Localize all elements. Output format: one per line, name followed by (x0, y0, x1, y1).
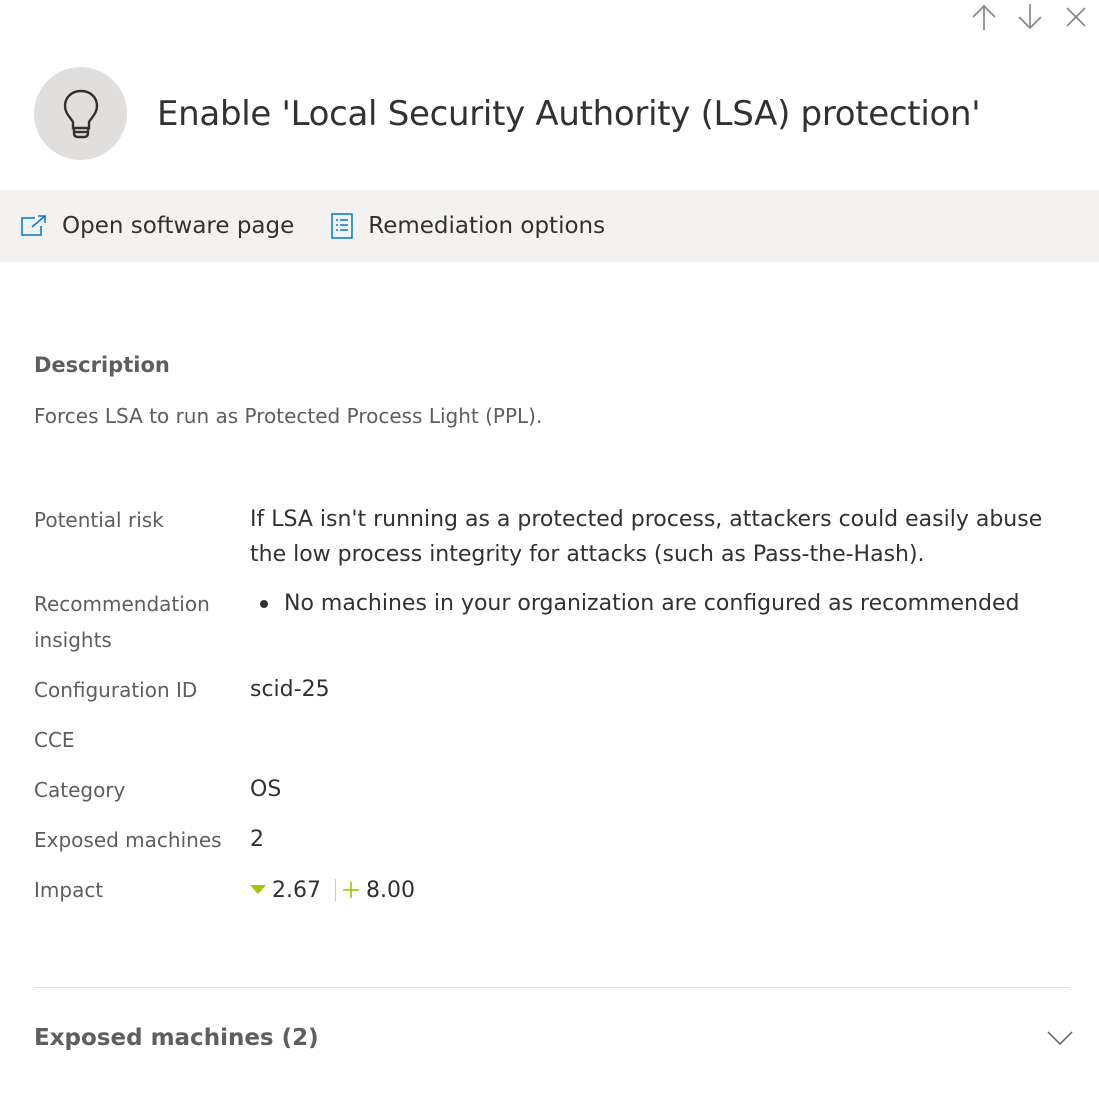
lightbulb-icon (63, 89, 98, 138)
recommendation-avatar (34, 67, 127, 160)
description-text: Forces LSA to run as Protected Process L… (34, 404, 543, 428)
page-title: Enable 'Local Security Authority (LSA) p… (157, 93, 981, 134)
chevron-down-icon (1047, 1031, 1073, 1046)
panel-header: Enable 'Local Security Authority (LSA) p… (34, 67, 981, 160)
property-cce: CCE (34, 722, 1064, 758)
configuration-id-value: scid-25 (250, 677, 330, 702)
property-potential-risk: Potential risk If LSA isn't running as a… (34, 502, 1064, 572)
plus-icon (342, 882, 359, 898)
remediation-options-label: Remediation options (368, 213, 606, 239)
arrow-down-icon (1018, 4, 1042, 30)
category-value: OS (250, 777, 282, 802)
property-label: CCE (34, 728, 75, 752)
open-software-page-label: Open software page (62, 213, 295, 239)
bullet-icon (260, 600, 268, 608)
property-label: Category (34, 778, 126, 802)
exposed-machines-heading: Exposed machines (2) (34, 1025, 319, 1051)
property-configuration-id: Configuration ID scid-25 (34, 672, 1064, 708)
description-heading: Description (34, 353, 170, 377)
exposed-machines-expander[interactable]: Exposed machines (2) (34, 1020, 1074, 1056)
triangle-down-icon (250, 885, 266, 894)
previous-item-button[interactable] (961, 0, 1007, 34)
open-in-new-window-icon (21, 215, 46, 236)
properties-list: Potential risk If LSA isn't running as a… (34, 502, 1064, 922)
command-bar: Open software page Remediation options (0, 190, 1099, 262)
close-button[interactable] (1053, 0, 1099, 34)
arrow-up-icon (972, 4, 996, 30)
property-exposed-machines: Exposed machines 2 (34, 822, 1064, 858)
property-label: Exposed machines (34, 828, 222, 852)
property-label: Recommendation insights (34, 592, 210, 652)
remediation-options-button[interactable]: Remediation options (312, 190, 623, 262)
secure-score-impact: 8.00 (365, 877, 415, 903)
insight-text: No machines in your organization are con… (284, 591, 1020, 616)
next-item-button[interactable] (1007, 0, 1053, 34)
impact-value: 2.67 8.00 (250, 872, 415, 908)
panel-navigation (961, 0, 1099, 34)
property-label: Impact (34, 878, 104, 902)
exposed-machines-value: 2 (250, 827, 264, 852)
exposure-score-impact: 2.67 (272, 877, 321, 903)
list-document-icon (331, 213, 354, 239)
list-item: No machines in your organization are con… (250, 586, 1020, 621)
section-divider (34, 987, 1070, 988)
property-category: Category OS (34, 772, 1064, 808)
close-icon (1066, 7, 1086, 27)
impact-divider (334, 879, 336, 901)
property-label: Configuration ID (34, 678, 198, 702)
recommendation-insights-list: No machines in your organization are con… (250, 586, 1020, 658)
property-impact: Impact 2.67 8.00 (34, 872, 1064, 908)
open-software-page-button[interactable]: Open software page (0, 190, 312, 262)
property-recommendation-insights: Recommendation insights No machines in y… (34, 586, 1064, 658)
property-label: Potential risk (34, 508, 164, 532)
potential-risk-value: If LSA isn't running as a protected proc… (250, 507, 1043, 567)
